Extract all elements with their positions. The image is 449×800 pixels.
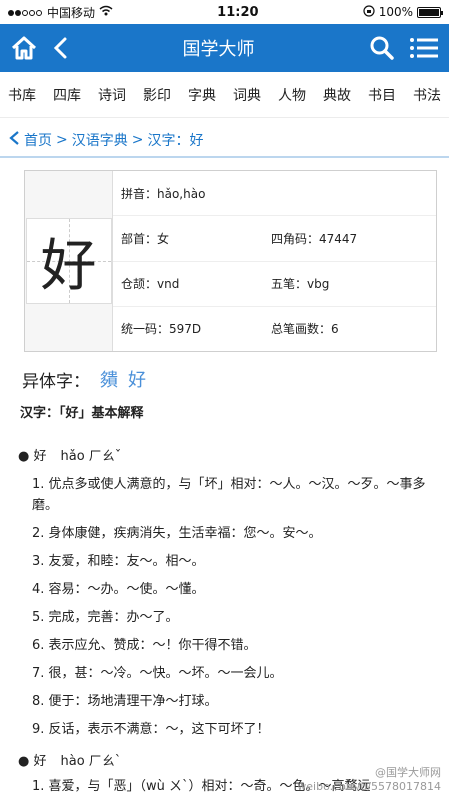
entry-reading: hǎo ㄏㄠˇ	[60, 449, 122, 464]
battery-icon	[417, 6, 443, 18]
orientation-lock-icon	[363, 4, 375, 20]
watermark-line: weibo.com/u/5578017814	[297, 780, 441, 793]
sijiao-value: 四角码：47447	[271, 231, 358, 246]
signal-icon	[8, 5, 43, 19]
definition-item: 7. 很，甚：～冷。～快。～坏。～一会儿。	[32, 666, 283, 681]
info-row-unicode: 统一码：597D 总笔画数：6	[113, 307, 436, 351]
definition-item: 1. 优点多或使人满意的，与「坏」相对：～人。～汉。～歹。～事多磨。	[32, 477, 426, 513]
nav-item-yingyin[interactable]: 影印	[143, 85, 171, 105]
app-header: 国学大师	[0, 24, 449, 72]
breadcrumb-home[interactable]: 首页	[24, 130, 52, 150]
category-nav: 书库 四库 诗词 影印 字典 词典 人物 典故 书目 书法	[0, 72, 449, 118]
definition-item: 9. 反话，表示不满意：～，这下可坏了！	[32, 722, 270, 737]
entry-bullet: ● 好	[18, 754, 47, 769]
back-icon[interactable]	[52, 36, 68, 60]
header-right	[369, 35, 439, 61]
glyph-char: 好	[40, 233, 97, 299]
nav-item-siku[interactable]: 四库	[53, 85, 81, 105]
definition-item: 5. 完成，完善：办～了。	[32, 610, 179, 625]
variant-char-link[interactable]: 㚍	[100, 366, 118, 392]
breadcrumb: 首页 > 汉语字典 > 汉字：好	[0, 124, 449, 158]
nav-item-cidian[interactable]: 词典	[233, 85, 261, 105]
info-rows: 拼音：hǎo,hào 部首：女 四角码：47447 仓颉：vnd 五笔：vbg …	[113, 171, 436, 351]
watermark: @国学大师网 weibo.com/u/5578017814	[297, 766, 441, 794]
status-time: 11:20	[217, 4, 259, 20]
search-icon[interactable]	[369, 35, 395, 61]
nav-item-shuku[interactable]: 书库	[8, 85, 36, 105]
breadcrumb-back-icon[interactable]	[8, 130, 24, 150]
status-right: 100%	[363, 4, 443, 20]
variant-char-link[interactable]: 好	[128, 366, 146, 392]
battery-fill	[419, 8, 439, 16]
info-row-radical: 部首：女 四角码：47447	[113, 216, 436, 262]
page-title: 国学大师	[182, 39, 255, 60]
character-glyph: 好	[25, 218, 112, 304]
header-left	[10, 35, 68, 61]
nav-item-renwu[interactable]: 人物	[278, 85, 306, 105]
home-icon[interactable]	[10, 35, 38, 61]
definition-item: 4. 容易：～办。～使。～懂。	[32, 582, 205, 597]
glyph-box: 好	[25, 171, 113, 351]
breadcrumb-separator: >	[131, 132, 144, 148]
nav-item-shufa[interactable]: 书法	[413, 85, 441, 105]
info-row-cangjie: 仓颉：vnd 五笔：vbg	[113, 262, 436, 307]
definition-item: 3. 友爱，和睦：友～。相～。	[32, 554, 205, 569]
entry-bullet: ● 好	[18, 449, 47, 464]
info-row-pinyin: 拼音：hǎo,hào	[113, 171, 436, 217]
definition-item: 8. 便于：场地清理干净～打球。	[32, 694, 218, 709]
variant-label: 异体字：	[22, 371, 90, 392]
entry-reading: hào ㄏㄠˋ	[60, 754, 122, 769]
status-bar: 中国移动 11:20 100%	[0, 0, 449, 24]
wifi-icon	[99, 5, 113, 19]
nav-item-shumu[interactable]: 书目	[368, 85, 396, 105]
breadcrumb-separator: >	[56, 132, 68, 148]
unicode-value: 统一码：597D	[121, 322, 202, 337]
basic-explanation-title: 汉字：「好」基本解释	[20, 406, 144, 421]
breadcrumb-current: 汉字：好	[147, 133, 204, 149]
nav-item-shici[interactable]: 诗词	[98, 85, 126, 105]
carrier-label: 中国移动	[47, 5, 96, 20]
cangjie-value: 仓颉：vnd	[121, 277, 180, 292]
definition-item: 2. 身体康健，疾病消失，生活幸福：您～。安～。	[32, 526, 322, 541]
menu-icon[interactable]	[409, 36, 439, 60]
character-info-card: 好 拼音：hǎo,hào 部首：女 四角码：47447 仓颉：vnd 五笔：vb…	[24, 170, 437, 352]
nav-item-diangu[interactable]: 典故	[323, 85, 351, 105]
variant-characters: 异体字： 㚍 好	[22, 366, 449, 392]
radical-value: 部首：女	[121, 231, 170, 246]
pinyin-value: 拼音：hǎo,hào	[121, 186, 206, 201]
definition-item: 6. 表示应允、赞成：～！你干得不错。	[32, 638, 257, 653]
watermark-line: @国学大师网	[375, 766, 441, 779]
wubi-value: 五笔：vbg	[271, 277, 330, 292]
nav-item-zidian[interactable]: 字典	[188, 85, 216, 105]
battery-percent: 100%	[378, 5, 413, 19]
reading-entry-hao3: ● 好 hǎo ㄏㄠˇ	[18, 445, 449, 464]
breadcrumb-dictionary[interactable]: 汉语字典	[72, 130, 128, 150]
strokes-value: 总笔画数：6	[271, 322, 339, 337]
status-left: 中国移动	[8, 4, 113, 21]
